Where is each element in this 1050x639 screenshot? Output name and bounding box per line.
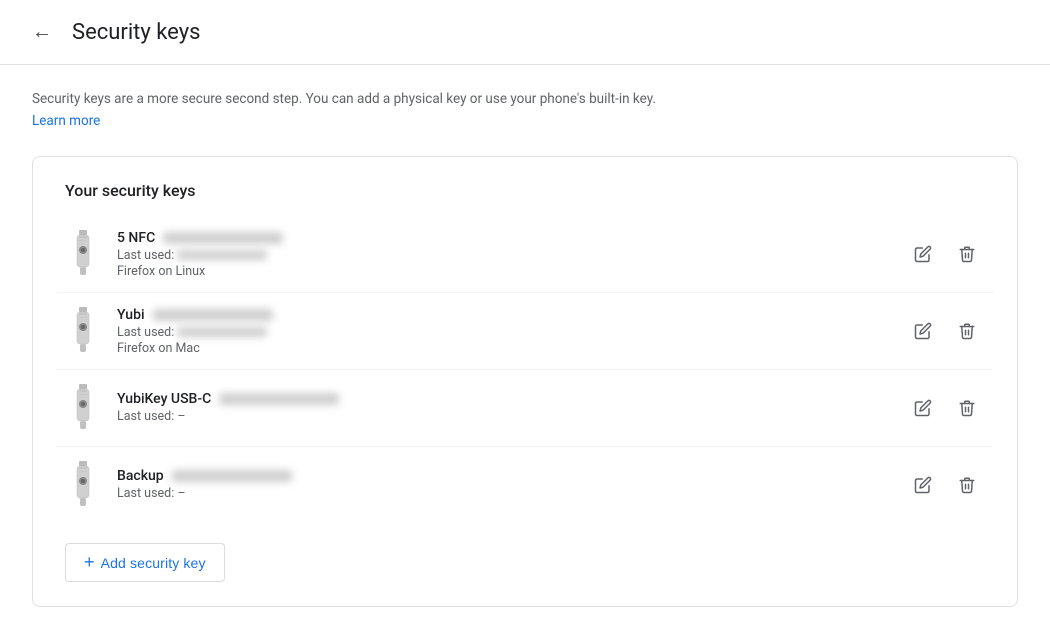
edit-key-button[interactable] <box>905 390 941 426</box>
key-list: 5 NFC Last used: Firefox on Linux <box>57 216 993 523</box>
key-info: YubiKey USB-C Last used: – <box>117 391 889 425</box>
page-header: ← Security keys <box>0 0 1050 65</box>
edit-icon <box>914 476 932 494</box>
key-icon <box>65 459 101 511</box>
edit-key-button[interactable] <box>905 313 941 349</box>
description-body: Security keys are a more secure second s… <box>32 91 656 107</box>
edit-key-button[interactable] <box>905 467 941 503</box>
back-icon: ← <box>32 21 52 44</box>
key-name: Yubi <box>117 307 145 323</box>
list-item: 5 NFC Last used: Firefox on Linux <box>57 216 993 293</box>
delete-key-button[interactable] <box>949 467 985 503</box>
key-actions <box>905 467 985 503</box>
card-title: Your security keys <box>57 181 993 200</box>
edit-icon <box>914 399 932 417</box>
last-used-redacted <box>177 327 267 337</box>
delete-key-button[interactable] <box>949 236 985 272</box>
delete-icon <box>958 399 976 417</box>
key-browser: Firefox on Mac <box>117 341 889 356</box>
key-name-redacted <box>172 470 292 482</box>
edit-icon <box>914 322 932 340</box>
list-item: Yubi Last used: Firefox on Mac <box>57 293 993 370</box>
add-security-key-label: Add security key <box>101 555 206 571</box>
security-keys-card: Your security keys 5 NFC <box>32 156 1018 607</box>
description-text: Security keys are a more secure second s… <box>0 65 700 148</box>
delete-key-button[interactable] <box>949 313 985 349</box>
key-browser: Firefox on Linux <box>117 264 889 279</box>
page-title: Security keys <box>72 20 200 45</box>
delete-icon <box>958 322 976 340</box>
learn-more-link[interactable]: Learn more <box>32 113 100 129</box>
key-last-used: Last used: <box>117 325 889 340</box>
key-last-used: Last used: <box>117 248 889 263</box>
key-info: Backup Last used: – <box>117 468 889 502</box>
key-actions <box>905 390 985 426</box>
edit-key-button[interactable] <box>905 236 941 272</box>
list-item: YubiKey USB-C Last used: – <box>57 370 993 447</box>
plus-icon: + <box>84 552 95 573</box>
key-name: Backup <box>117 468 164 484</box>
key-actions <box>905 313 985 349</box>
edit-icon <box>914 245 932 263</box>
delete-icon <box>958 476 976 494</box>
key-info: Yubi Last used: Firefox on Mac <box>117 307 889 356</box>
key-info: 5 NFC Last used: Firefox on Linux <box>117 230 889 279</box>
key-icon <box>65 382 101 434</box>
last-used-redacted <box>177 250 267 260</box>
delete-icon <box>958 245 976 263</box>
list-item: Backup Last used: – <box>57 447 993 523</box>
add-security-key-button[interactable]: + Add security key <box>65 543 225 582</box>
key-name-redacted <box>219 393 339 405</box>
key-actions <box>905 236 985 272</box>
key-icon <box>65 228 101 280</box>
key-name: 5 NFC <box>117 230 155 246</box>
delete-key-button[interactable] <box>949 390 985 426</box>
key-name-redacted <box>153 309 273 321</box>
key-name: YubiKey USB-C <box>117 391 211 407</box>
key-name-redacted <box>163 232 283 244</box>
key-icon <box>65 305 101 357</box>
back-button[interactable]: ← <box>24 14 60 50</box>
